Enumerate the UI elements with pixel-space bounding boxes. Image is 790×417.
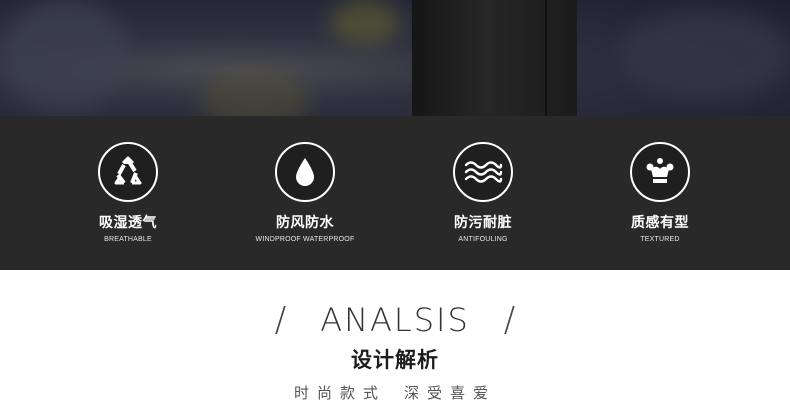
- trousers-image: [412, 0, 577, 116]
- feature-textured: 质感有型 TEXTURED: [570, 142, 750, 243]
- slash-right: /: [503, 300, 516, 340]
- feature-breathable: 吸湿透气 BREATHABLE: [38, 142, 218, 243]
- bokeh-light: [200, 70, 310, 116]
- bokeh-light: [330, 0, 400, 45]
- feature-title-en: TEXTURED: [640, 236, 680, 243]
- analysis-title-row: / ANALSIS /: [0, 300, 790, 340]
- crown-icon: [630, 142, 690, 202]
- analysis-title-cn: 设计解析: [351, 348, 439, 372]
- recycle-icon: [98, 142, 158, 202]
- feature-title-cn: 吸湿透气: [99, 215, 157, 231]
- analysis-title-en: ANALSIS: [320, 301, 470, 339]
- feature-title-en: BREATHABLE: [104, 236, 152, 243]
- bokeh-light: [620, 10, 790, 100]
- feature-title-en: WINDPROOF WATERPROOF: [255, 236, 355, 243]
- analysis-section: / ANALSIS / 设计解析 时尚款式 深受喜爱: [0, 300, 790, 403]
- water-drop-icon: [275, 142, 335, 202]
- feature-title-en: ANTIFOULING: [458, 236, 508, 243]
- analysis-subtitle: 时尚款式 深受喜爱: [0, 382, 790, 403]
- product-photo-banner: [0, 0, 790, 116]
- features-band: 吸湿透气 BREATHABLE 防风防水 WINDPROOF WATERPROO…: [0, 116, 790, 270]
- feature-title-cn: 质感有型: [631, 215, 689, 231]
- bokeh-light: [0, 0, 130, 110]
- subtitle-part-b: 深受喜爱: [404, 384, 497, 402]
- trousers-seam: [545, 0, 547, 116]
- waves-icon: [453, 142, 513, 202]
- subtitle-part-a: 时尚款式: [293, 384, 386, 402]
- feature-title-cn: 防风防水: [276, 215, 334, 231]
- feature-waterproof: 防风防水 WINDPROOF WATERPROOF: [215, 142, 395, 243]
- feature-title-cn: 防污耐脏: [454, 215, 512, 231]
- feature-antifouling: 防污耐脏 ANTIFOULING: [393, 142, 573, 243]
- slash-left: /: [274, 300, 287, 340]
